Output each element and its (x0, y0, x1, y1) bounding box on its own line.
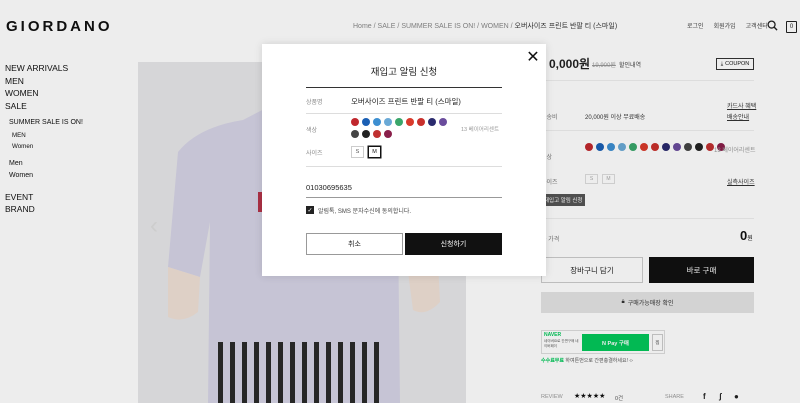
color-count: 13 베이어리센트 (461, 127, 500, 133)
product-name: 오버사이즈 프린트 반팔 티 (스마일) (351, 97, 461, 106)
size-label: 사이즈 (306, 151, 323, 157)
color-swatch[interactable] (384, 130, 392, 138)
size-option-m[interactable]: M (368, 146, 381, 158)
color-swatch[interactable] (362, 130, 370, 138)
cancel-button[interactable]: 취소 (306, 233, 403, 255)
product-name-label: 상품명 (306, 100, 323, 106)
modal-title: 재입고 알림 신청 (370, 67, 438, 78)
color-swatches (351, 118, 456, 138)
phone-number-input[interactable]: 01030695635 (306, 183, 352, 192)
divider (306, 166, 502, 167)
close-icon[interactable]: ✕ (526, 47, 540, 66)
color-label: 색상 (306, 128, 318, 134)
color-swatch[interactable] (417, 118, 425, 126)
agree-checkbox[interactable]: ✓ (306, 206, 314, 214)
divider (306, 87, 502, 88)
color-swatch[interactable] (351, 130, 359, 138)
size-option-s[interactable]: S (351, 146, 364, 158)
divider (306, 113, 502, 114)
restock-alarm-modal: 재입고 알림 신청 ✕ 상품명 오버사이즈 프린트 반팔 티 (스마일) 색상 … (262, 44, 546, 276)
color-swatch[interactable] (351, 118, 359, 126)
agree-label: 알림톡, SMS 문자수신에 동의합니다. (318, 209, 412, 215)
color-swatch[interactable] (373, 118, 381, 126)
color-swatch[interactable] (439, 118, 447, 126)
color-swatch[interactable] (362, 118, 370, 126)
color-swatch[interactable] (384, 118, 392, 126)
page: GIORDANO Home / SALE / SUMMER SALE IS ON… (0, 0, 800, 403)
color-swatch[interactable] (406, 118, 414, 126)
submit-button[interactable]: 신청하기 (405, 233, 502, 255)
color-swatch[interactable] (395, 118, 403, 126)
color-swatch[interactable] (428, 118, 436, 126)
color-swatch[interactable] (373, 130, 381, 138)
phone-underline (306, 197, 502, 198)
